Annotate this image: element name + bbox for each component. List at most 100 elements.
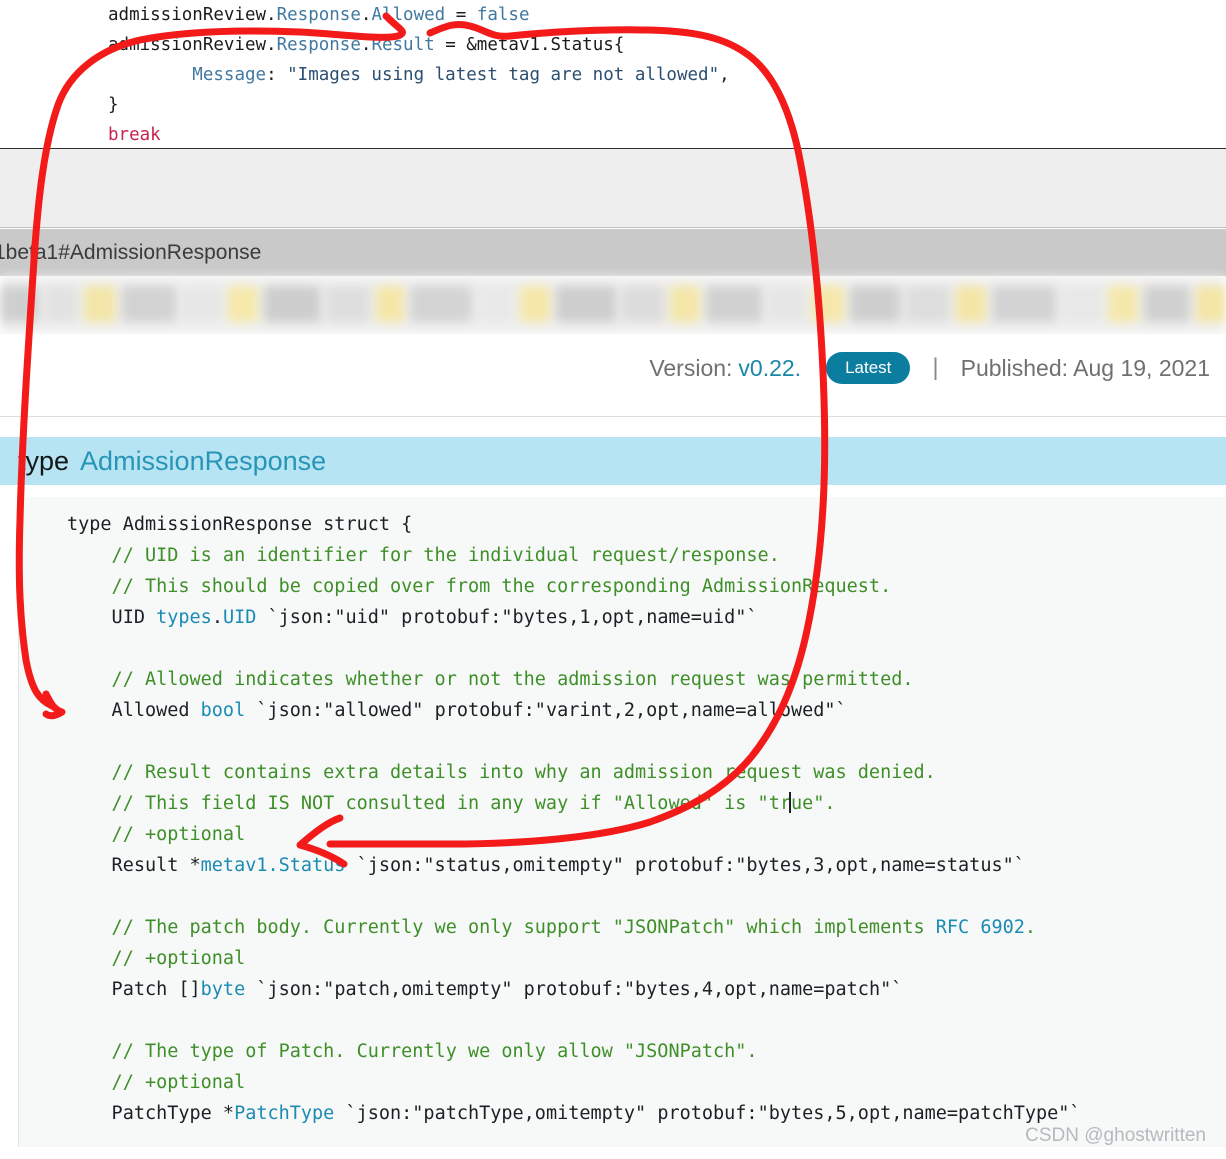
type-keyword: type [18,445,70,476]
code-token: // Result contains extra details into wh… [67,762,936,783]
bookmark-chip[interactable] [1062,286,1102,322]
code-token: PatchType * [67,1103,235,1124]
code-token: Allowed [371,5,446,25]
code-line: // The patch body. Currently we only sup… [19,912,1226,943]
code-token[interactable]: UID [223,607,256,628]
code-token: // +optional [67,1072,246,1093]
editor-code-strip: admissionReview.Response.Allowed = false… [0,0,1226,148]
code-token: // The type of Patch. Currently we only … [67,1041,758,1062]
editor-line-list: admissionReview.Response.Allowed = false… [0,0,1226,148]
bookmark-chip[interactable] [410,286,472,322]
bookmark-chip[interactable] [1196,286,1226,322]
version-value[interactable]: v0.22. [738,355,801,382]
bookmark-chip[interactable] [376,286,404,322]
code-token: Allowed [67,700,201,721]
bookmark-chip[interactable] [622,286,664,322]
bookmark-chip[interactable] [1108,286,1138,322]
code-token: . [360,5,372,25]
bookmark-chip[interactable] [768,286,806,322]
bookmark-chip[interactable] [264,286,320,322]
address-bar[interactable]: 1beta1#AdmissionResponse [0,229,1226,276]
bookmark-chip[interactable] [850,286,900,322]
bookmark-chip[interactable] [956,286,986,322]
bookmark-chip[interactable] [1144,286,1190,322]
code-token: // +optional [67,824,246,845]
code-token: byte [200,979,246,1000]
code-token: `json:"uid" protobuf:"bytes,1,opt,name=u… [256,607,758,628]
code-token: bool [200,700,246,721]
version-row: Version: v0.22. Latest | Published: Aug … [649,352,1226,384]
code-token[interactable]: metav1.Status [201,855,346,876]
code-token: // +optional [67,948,246,969]
editor-code-line: Message: "Images using latest tag are no… [0,60,1226,90]
code-token[interactable]: PatchType [234,1103,334,1124]
version-label: Version: [649,354,733,381]
struct-source-code-block: type AdmissionResponse struct { // UID i… [18,497,1226,1147]
code-token: type AdmissionResponse struct { [67,514,413,535]
code-token: UID [67,607,157,628]
code-token: `json:"allowed" protobuf:"varint,2,opt,n… [245,700,847,721]
code-token: Result [371,35,435,55]
latest-badge[interactable]: Latest [826,352,911,384]
code-token: . [360,35,372,55]
bookmark-chip[interactable] [182,286,222,322]
bookmark-chip[interactable] [556,286,616,322]
code-token[interactable]: types [156,607,212,628]
code-line: Allowed bool `json:"allowed" protobuf:"v… [19,695,1226,726]
bookmark-chip[interactable] [992,286,1056,322]
code-token: Response [276,35,361,55]
code-line: // +optional [19,943,1226,974]
code-token: break [108,125,161,145]
code-line: // UID is an identifier for the individu… [19,540,1226,571]
code-token: Response [276,5,361,25]
code-token: // UID is an identifier for the individu… [67,545,780,566]
bookmark-chip[interactable] [228,286,258,322]
bookmark-chip[interactable] [44,286,78,322]
bookmark-chip[interactable] [520,286,550,322]
code-token: Patch [] [67,979,201,1000]
bookmark-chip[interactable] [670,286,700,322]
bookmark-chip[interactable] [122,286,176,322]
code-token: `json:"status,omitempty" protobuf:"bytes… [345,855,1025,876]
bookmark-chip[interactable] [812,286,844,322]
bookmark-chip[interactable] [906,286,950,322]
bookmark-chip[interactable] [84,286,116,322]
code-token: // This should be copied over from the c… [67,576,892,597]
editor-code-line: admissionReview.Response.Allowed = false [0,0,1226,30]
code-line: // This should be copied over from the c… [19,571,1226,602]
code-token: . [266,5,277,25]
watermark: CSDN @ghostwritten [1025,1125,1206,1146]
code-line: Result *metav1.Status `json:"status,omit… [19,850,1226,881]
type-name: AdmissionResponse [80,445,327,476]
bookmarks-bar-blurred[interactable] [0,276,1226,334]
code-token: . [1024,917,1037,938]
code-line: // +optional [19,1067,1226,1098]
code-line: type AdmissionResponse struct { [19,509,1226,540]
code-token: `json:"patch,omitempty" protobuf:"bytes,… [245,979,903,1000]
code-token: , [719,65,730,85]
bookmark-chip[interactable] [478,286,514,322]
editor-code-line: break [0,120,1226,148]
browser-toolbar-area [0,148,1226,228]
editor-code-line: admissionReview.Response.Result = &metav… [0,30,1226,60]
code-token: "Images using latest tag are not allowed… [287,65,720,85]
code-token: . [211,607,223,628]
code-token: admissionReview [108,5,267,25]
bookmark-chip[interactable] [326,286,370,322]
separator: | [932,354,939,381]
code-token: false [476,5,530,25]
bookmark-chip[interactable] [0,286,38,322]
editor-code-line: } [0,90,1226,120]
code-token: // This field IS NOT consulted in any wa… [67,793,836,814]
code-token: = [445,5,477,25]
code-token[interactable]: RFC 6902 [936,917,1025,938]
code-token: = &metav1.Status{ [434,35,625,55]
code-token: Message [192,65,267,85]
code-line: Patch []byte `json:"patch,omitempty" pro… [19,974,1226,1005]
bookmark-chip[interactable] [706,286,762,322]
